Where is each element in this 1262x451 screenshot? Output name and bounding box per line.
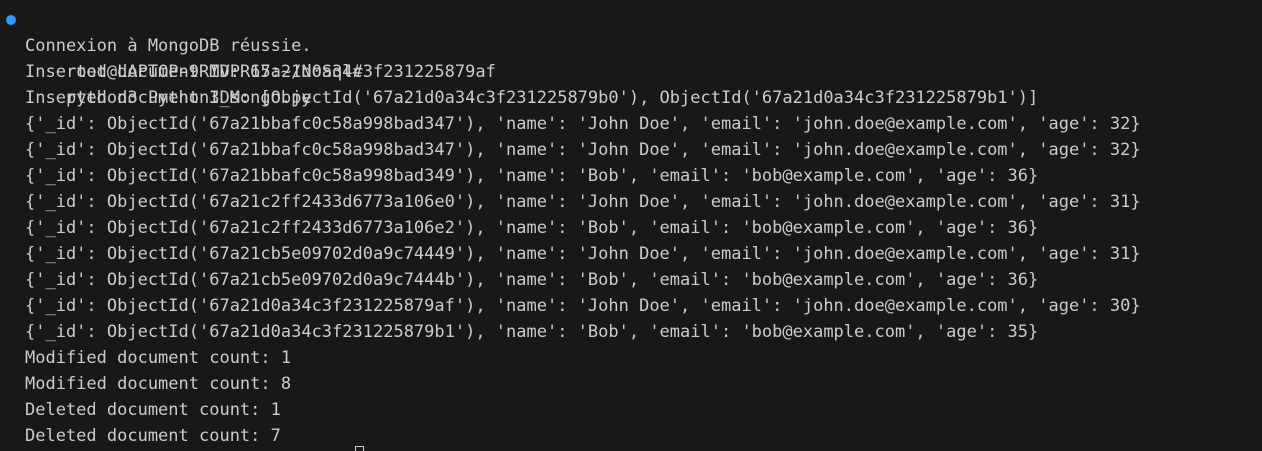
output-line: Inserted document ID: 67a21d0a34c3f23122… (25, 62, 496, 82)
output-line: {'_id': ObjectId('67a21bbafc0c58a998bad3… (25, 140, 1141, 160)
output-line: Modified document count: 8 (25, 374, 292, 394)
output-line: {'_id': ObjectId('67a21bbafc0c58a998bad3… (25, 114, 1141, 134)
output-line: Deleted document count: 1 (25, 400, 281, 420)
terminal-panel[interactable]: root@LAPTOP-9RMVPR15:~/NoSql# python3 Py… (0, 0, 1262, 451)
output-line: Inserted document IDs: [ObjectId('67a21d… (25, 88, 1039, 108)
output-line: {'_id': ObjectId('67a21bbafc0c58a998bad3… (25, 166, 1039, 186)
output-line: {'_id': ObjectId('67a21c2ff2433d6773a106… (25, 218, 1039, 238)
output-line: {'_id': ObjectId('67a21cb5e09702d0a9c744… (25, 270, 1039, 290)
output-line: Deleted document count: 7 (25, 426, 281, 446)
command-decoration-icon[interactable] (6, 15, 16, 25)
output-line: {'_id': ObjectId('67a21cb5e09702d0a9c744… (25, 244, 1141, 264)
output-line: {'_id': ObjectId('67a21d0a34c3f231225879… (25, 322, 1039, 342)
output-line: {'_id': ObjectId('67a21c2ff2433d6773a106… (25, 192, 1141, 212)
output-line: Connexion à MongoDB réussie. (25, 36, 312, 56)
output-line: {'_id': ObjectId('67a21d0a34c3f231225879… (25, 296, 1141, 316)
command-line: root@LAPTOP-9RMVPR15:~/NoSql# python3 Py… (0, 7, 1262, 108)
terminal-cursor (355, 446, 364, 451)
output-line: Modified document count: 1 (25, 348, 292, 368)
